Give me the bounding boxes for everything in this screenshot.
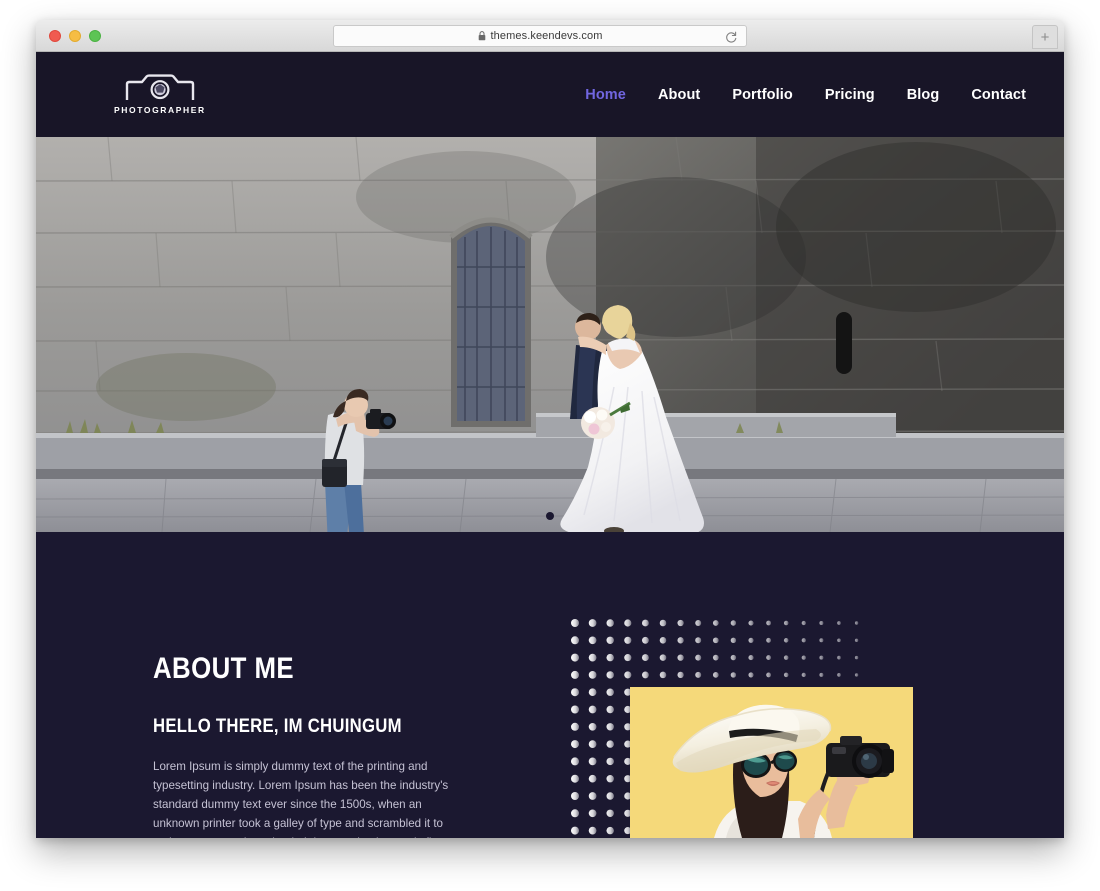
- address-bar-content: themes.keendevs.com: [478, 30, 603, 42]
- hero-image: [36, 137, 1064, 532]
- about-photo: [630, 687, 913, 838]
- address-bar[interactable]: themes.keendevs.com: [333, 25, 747, 47]
- main-navigation: Home About Portfolio Pricing Blog Contac…: [585, 87, 1026, 103]
- about-paragraph: Lorem Ipsum is simply dummy text of the …: [153, 760, 449, 838]
- page-viewport: PHOTOGRAPHER Home About Portfolio Pricin…: [36, 52, 1064, 838]
- logo-text: PHOTOGRAPHER: [114, 105, 206, 115]
- site-logo[interactable]: PHOTOGRAPHER: [114, 74, 206, 115]
- browser-titlebar: themes.keendevs.com +: [36, 20, 1064, 52]
- hero-slider: [36, 137, 1064, 532]
- lock-icon: [478, 31, 485, 41]
- minimize-window-button[interactable]: [69, 30, 81, 42]
- browser-window: themes.keendevs.com + PHOTOGRAPHER Home …: [36, 20, 1064, 838]
- nav-item-blog[interactable]: Blog: [907, 87, 940, 103]
- window-controls: [49, 30, 101, 42]
- about-text-block: ABOUT ME HELLO THERE, IM CHUINGUM Lorem …: [153, 652, 473, 838]
- nav-item-portfolio[interactable]: Portfolio: [732, 87, 793, 103]
- about-subheading: HELLO THERE, IM CHUINGUM: [153, 716, 402, 737]
- carousel-indicators: [36, 512, 1064, 520]
- nav-item-pricing[interactable]: Pricing: [825, 87, 875, 103]
- nav-item-contact[interactable]: Contact: [971, 87, 1026, 103]
- about-section: ABOUT ME HELLO THERE, IM CHUINGUM Lorem …: [36, 532, 1064, 838]
- site-header: PHOTOGRAPHER Home About Portfolio Pricin…: [36, 52, 1064, 137]
- zoom-window-button[interactable]: [89, 30, 101, 42]
- close-window-button[interactable]: [49, 30, 61, 42]
- nav-item-about[interactable]: About: [658, 87, 700, 103]
- nav-item-home[interactable]: Home: [585, 87, 626, 103]
- reload-icon[interactable]: [724, 30, 738, 44]
- photographer-woman-image: [630, 687, 913, 838]
- new-tab-button[interactable]: +: [1032, 25, 1058, 49]
- about-heading: ABOUT ME: [153, 652, 295, 685]
- carousel-dot-1[interactable]: [546, 512, 554, 520]
- camera-icon: [125, 74, 195, 100]
- url-text: themes.keendevs.com: [490, 30, 603, 42]
